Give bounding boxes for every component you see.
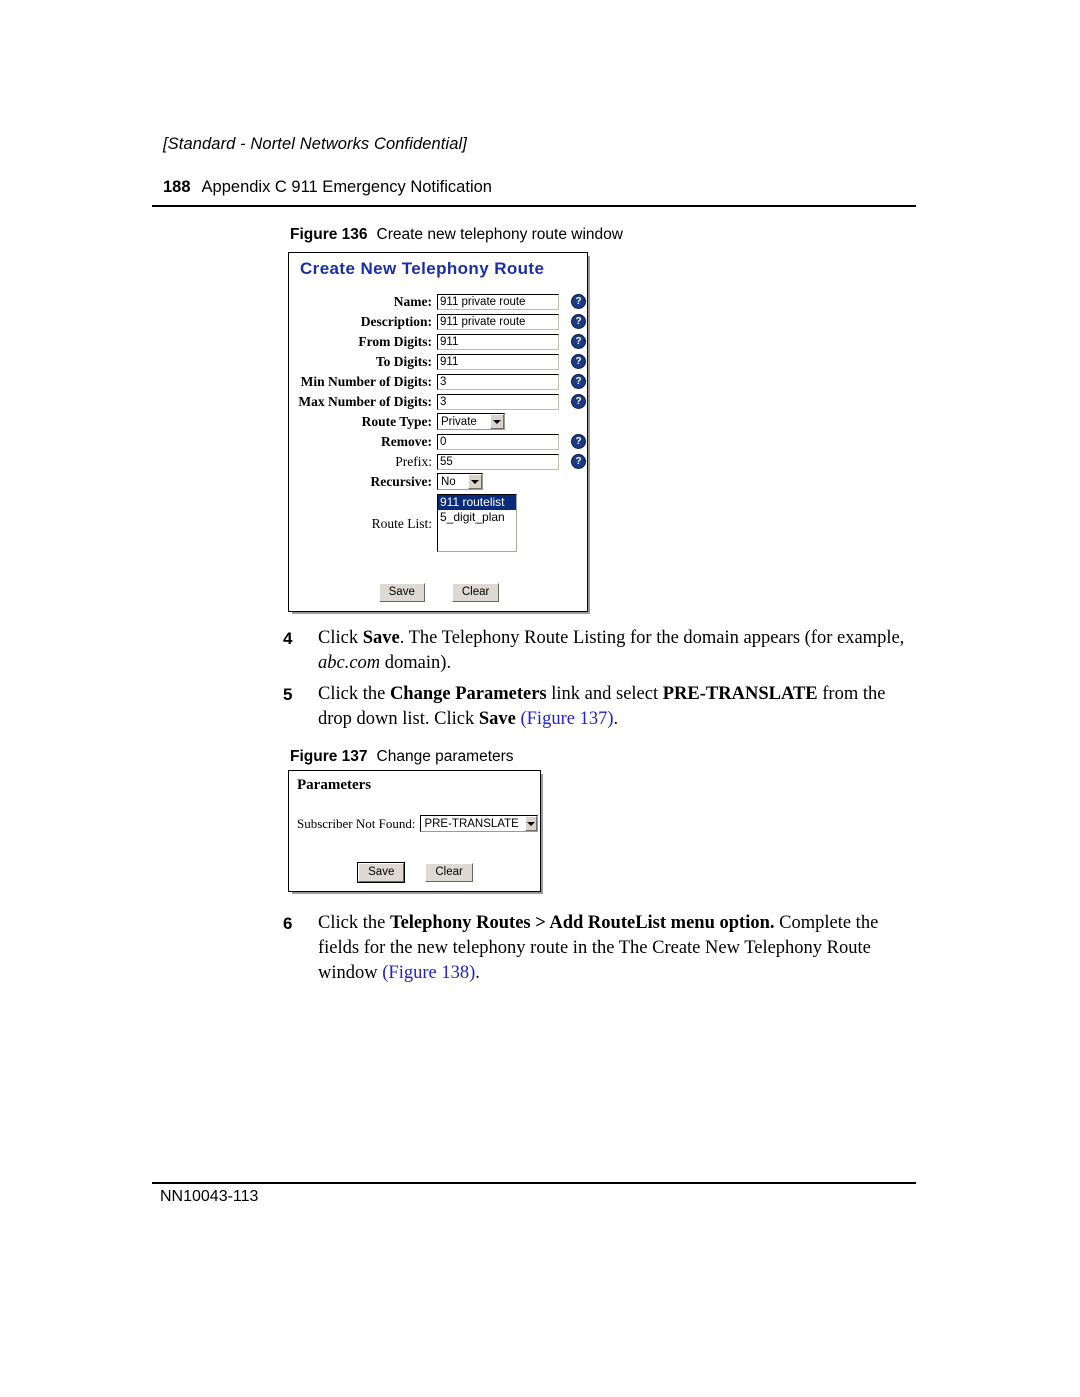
form-row-from-digits: From Digits: 911 ? <box>289 333 589 350</box>
figure-137-caption: Figure 137 Change parameters <box>290 748 514 766</box>
remove-input[interactable]: 0 <box>437 433 559 450</box>
step-4: 4 Click Save. The Telephony Route Listin… <box>283 626 923 676</box>
form-row-remove: Remove: 0 ? <box>289 433 589 450</box>
step-5-number: 5 <box>283 685 293 704</box>
form-row-subscriber-not-found: Subscriber Not Found: PRE-TRANSLATE <box>297 815 539 832</box>
name-input[interactable]: 911 private route <box>437 293 559 310</box>
form-row-max-digits: Max Number of Digits: 3 ? <box>289 393 589 410</box>
prefix-input[interactable]: 55 <box>437 453 559 470</box>
footer-document-id: NN10043-113 <box>160 1188 259 1205</box>
footer-divider <box>152 1182 916 1184</box>
form-row-name: Name: 911 private route ? <box>289 293 589 310</box>
min-number-of-digits-input[interactable]: 3 <box>437 373 559 390</box>
clear-button[interactable]: Clear <box>425 863 473 882</box>
form-row-to-digits: To Digits: 911 ? <box>289 353 589 370</box>
max-number-of-digits-label: Max Number of Digits: <box>298 394 432 409</box>
recursive-label: Recursive: <box>370 474 432 489</box>
parameters-heading: Parameters <box>297 777 372 793</box>
figure-137-title: Change parameters <box>376 748 514 765</box>
change-parameters-dialog: Parameters Subscriber Not Found: PRE-TRA… <box>288 770 543 894</box>
form-row-route-list: Route List: 911 routelist 5_digit_plan <box>289 494 589 552</box>
chevron-down-icon[interactable] <box>468 474 482 489</box>
create-new-telephony-route-dialog: Create New Telephony Route Name: 911 pri… <box>288 252 590 614</box>
help-icon[interactable]: ? <box>572 435 585 448</box>
route-list-listbox[interactable]: 911 routelist 5_digit_plan <box>437 494 517 552</box>
chevron-down-icon[interactable] <box>490 414 504 429</box>
recursive-select[interactable]: No <box>437 473 483 490</box>
route-type-value: Private <box>441 415 477 428</box>
help-icon[interactable]: ? <box>572 375 585 388</box>
figure-136-caption: Figure 136 Create new telephony route win… <box>290 226 623 244</box>
subscriber-not-found-label: Subscriber Not Found: <box>297 815 416 831</box>
max-number-of-digits-input[interactable]: 3 <box>437 393 559 410</box>
help-icon[interactable]: ? <box>572 295 585 308</box>
step-5-text: Click the Change Parameters link and sel… <box>318 684 886 729</box>
recursive-value: No <box>441 475 456 488</box>
form-row-min-digits: Min Number of Digits: 3 ? <box>289 373 589 390</box>
dialog-title: Create New Telephony Route <box>300 259 545 278</box>
step-6-number: 6 <box>283 914 293 933</box>
to-digits-input[interactable]: 911 <box>437 353 559 370</box>
chevron-down-icon[interactable] <box>524 816 538 831</box>
figure-137-number: Figure 137 <box>290 748 368 765</box>
help-icon[interactable]: ? <box>572 355 585 368</box>
subscriber-not-found-value: PRE-TRANSLATE <box>424 817 519 830</box>
page-number: 188 <box>163 178 191 196</box>
step-4-number: 4 <box>283 629 293 648</box>
prefix-label: Prefix: <box>395 454 432 469</box>
from-digits-label: From Digits: <box>358 334 432 349</box>
help-icon[interactable]: ? <box>572 335 585 348</box>
help-icon[interactable]: ? <box>572 455 585 468</box>
header-divider <box>152 205 916 207</box>
clear-button[interactable]: Clear <box>451 583 500 602</box>
save-button[interactable]: Save <box>378 583 425 602</box>
dialog-button-row: Save Clear <box>289 862 542 883</box>
dialog-button-row: Save Clear <box>289 583 589 602</box>
route-type-label: Route Type: <box>361 414 432 429</box>
form-row-prefix: Prefix: 55 ? <box>289 453 589 470</box>
description-label: Description: <box>360 314 432 329</box>
list-item[interactable]: 911 routelist <box>438 495 516 510</box>
form-row-route-type: Route Type: Private <box>289 413 589 430</box>
form-row-recursive: Recursive: No <box>289 473 589 490</box>
name-label: Name: <box>393 294 432 309</box>
running-header: 188 Appendix C 911 Emergency Notification <box>163 178 492 197</box>
help-icon[interactable]: ? <box>572 315 585 328</box>
save-button[interactable]: Save <box>357 862 406 883</box>
from-digits-input[interactable]: 911 <box>437 333 559 350</box>
form-row-description: Description: 911 private route ? <box>289 313 589 330</box>
figure-136-number: Figure 136 <box>290 226 368 243</box>
min-number-of-digits-label: Min Number of Digits: <box>300 374 432 389</box>
to-digits-label: To Digits: <box>375 354 432 369</box>
description-input[interactable]: 911 private route <box>437 313 559 330</box>
step-4-text: Click Save. The Telephony Route Listing … <box>318 628 905 673</box>
step-5: 5 Click the Change Parameters link and s… <box>283 682 923 732</box>
confidentiality-notice: [Standard - Nortel Networks Confidential… <box>163 135 467 153</box>
subscriber-not-found-select[interactable]: PRE-TRANSLATE <box>420 815 539 832</box>
route-list-label: Route List: <box>371 515 432 531</box>
route-type-select[interactable]: Private <box>437 413 505 430</box>
chapter-title: Appendix C 911 Emergency Notification <box>201 178 492 196</box>
help-icon[interactable]: ? <box>572 395 585 408</box>
remove-label: Remove: <box>381 434 432 449</box>
step-6-text: Click the Telephony Routes > Add RouteLi… <box>318 913 879 983</box>
telephony-route-form: Name: 911 private route ? Description: 9… <box>289 293 589 552</box>
step-6: 6 Click the Telephony Routes > Add Route… <box>283 911 923 986</box>
figure-136-title: Create new telephony route window <box>376 226 623 243</box>
list-item[interactable]: 5_digit_plan <box>438 510 516 525</box>
